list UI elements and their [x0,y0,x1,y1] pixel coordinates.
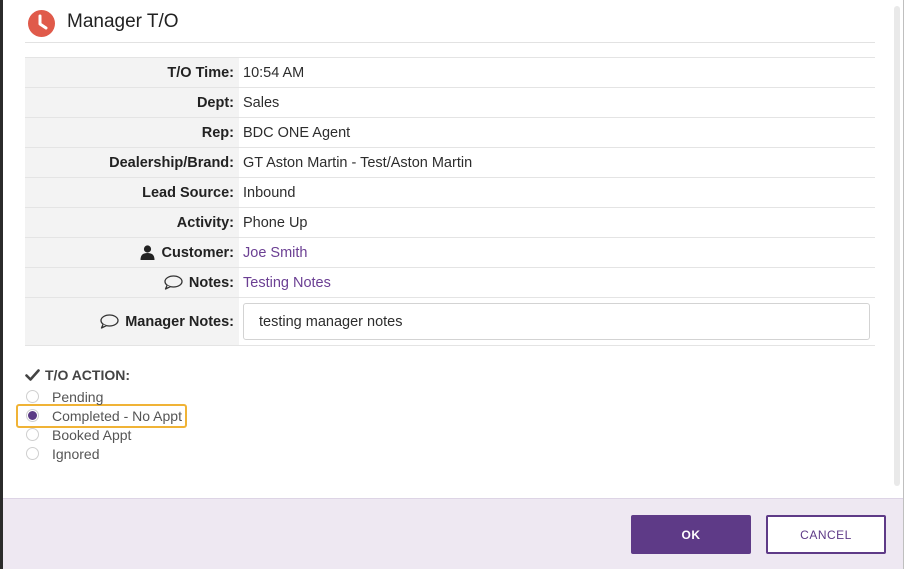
to-action-heading: T/O ACTION: [25,367,130,383]
notes-label-cell: Notes: [25,268,239,297]
detail-row-dept: Dept: Sales [25,88,875,118]
user-icon [140,245,155,260]
comment-icon [100,314,119,329]
to-action-title: T/O ACTION: [45,367,131,383]
notes-link[interactable]: Testing Notes [239,268,875,297]
activity-label: Activity: [25,208,239,237]
radio-option-booked-appt[interactable]: Booked Appt [25,425,182,444]
radio-label: Ignored [52,445,100,462]
detail-row-activity: Activity: Phone Up [25,208,875,238]
customer-link[interactable]: Joe Smith [239,238,875,267]
radio-button[interactable] [26,428,39,441]
activity-value: Phone Up [243,214,308,231]
radio-option-completed-no-appt[interactable]: Completed - No Appt [25,406,182,425]
radio-label: Completed - No Appt [52,407,182,424]
detail-row-manager-notes: Manager Notes: testing manager notes [25,298,875,346]
check-icon [25,369,40,381]
notes-label: Notes: [188,274,234,291]
to-time-value: 10:54 AM [243,64,305,81]
dialog-footer: OK CANCEL [3,498,903,569]
radio-label: Booked Appt [52,426,132,443]
dialog-header: Manager T/O [25,0,875,43]
radio-button[interactable] [26,390,39,403]
radio-button[interactable] [26,447,39,460]
manager-notes-cell: testing manager notes [239,298,875,345]
rep-value: BDC ONE Agent [243,124,351,141]
manager-notes-input[interactable]: testing manager notes [243,303,870,340]
comment-icon [164,275,183,290]
rep-label: Rep: [25,118,239,147]
lead-source-label: Lead Source: [25,178,239,207]
dealership-label: Dealership/Brand: [25,148,239,177]
detail-row-customer: Customer: Joe Smith [25,238,875,268]
manager-to-dialog: Manager T/O T/O Time: 10:54 AM Dept: Sal… [0,0,904,569]
customer-label: Customer: [161,244,234,261]
customer-label-cell: Customer: [25,238,239,267]
to-time-label: T/O Time: [25,58,239,87]
detail-row-to-time: T/O Time: 10:54 AM [25,57,875,88]
manager-notes-label-cell: Manager Notes: [25,298,239,345]
ok-button[interactable]: OK [631,515,751,554]
manager-notes-label: Manager Notes: [125,313,234,330]
to-action-radio-group: Pending Completed - No Appt Booked Appt … [25,387,182,463]
detail-row-rep: Rep: BDC ONE Agent [25,118,875,148]
details-table: T/O Time: 10:54 AM Dept: Sales Rep: BDC … [25,57,875,346]
dept-label: Dept: [25,88,239,117]
dialog-title: Manager T/O [67,11,179,32]
detail-row-notes: Notes: Testing Notes [25,268,875,298]
detail-row-lead-source: Lead Source: Inbound [25,178,875,208]
detail-row-dealership: Dealership/Brand: GT Aston Martin - Test… [25,148,875,178]
radio-option-pending[interactable]: Pending [25,387,182,406]
radio-label: Pending [52,388,104,405]
dept-value: Sales [243,94,280,111]
lead-source-value: Inbound [243,184,296,201]
dealership-value: GT Aston Martin - Test/Aston Martin [243,154,473,171]
clock-icon [28,10,55,37]
radio-option-ignored[interactable]: Ignored [25,444,182,463]
radio-button-selected[interactable] [26,409,39,422]
cancel-button[interactable]: CANCEL [766,515,886,554]
scrollbar[interactable] [894,6,900,486]
